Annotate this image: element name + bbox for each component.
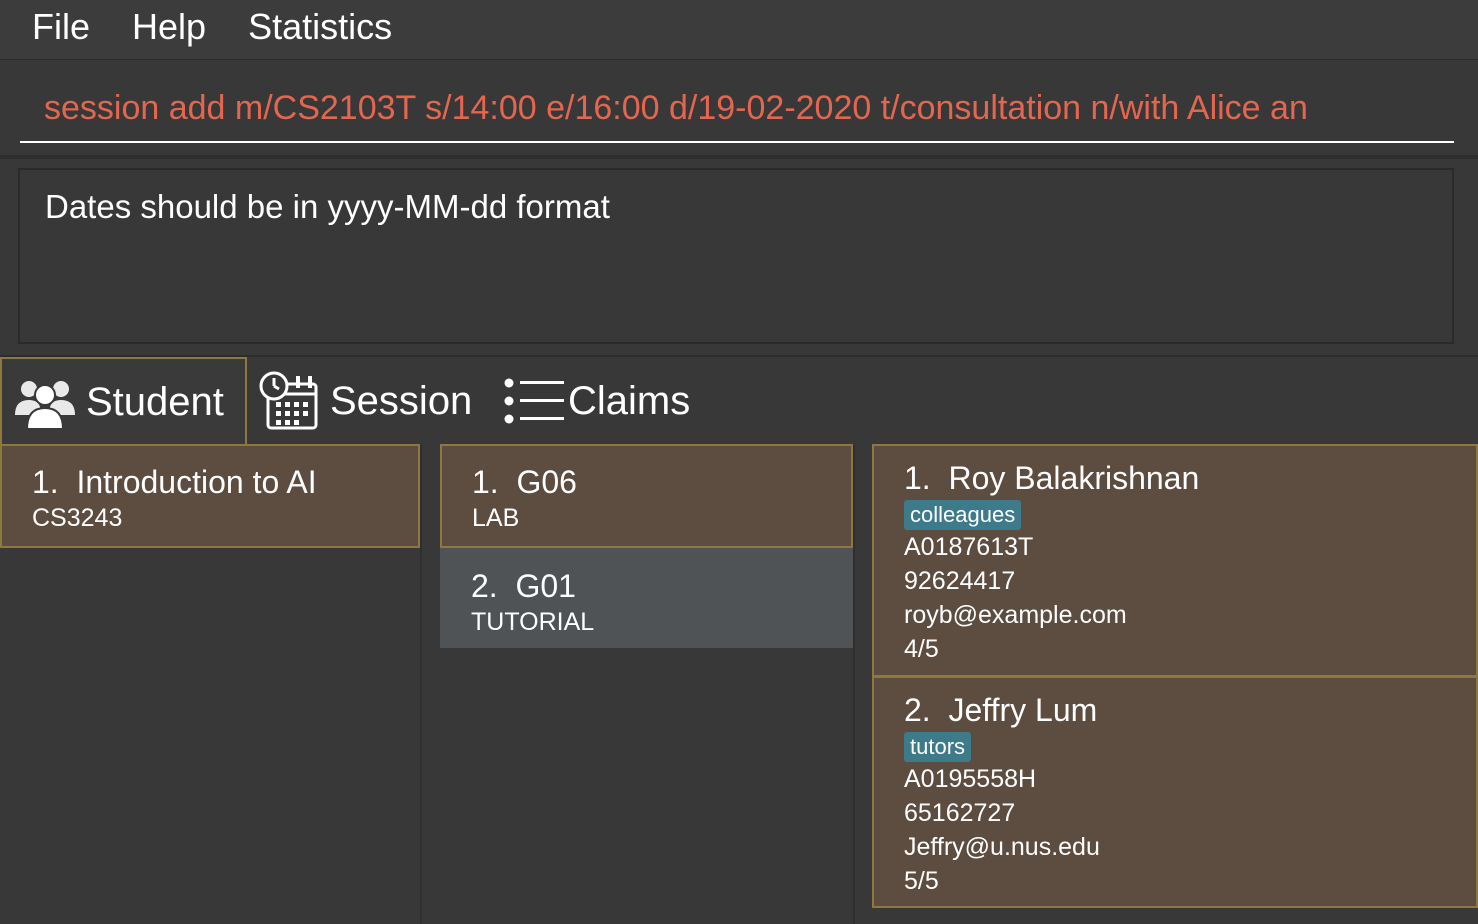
tab-student-label: Student	[86, 379, 224, 424]
student-tag: tutors	[904, 732, 972, 762]
student-phone: 65162727	[904, 799, 1016, 827]
module-card[interactable]: 1. Introduction to AI CS3243	[0, 444, 420, 548]
group-type: LAB	[472, 504, 520, 532]
student-name: Jeffry Lum	[948, 692, 1098, 728]
group-name: G06	[516, 464, 577, 500]
module-name: Introduction to AI	[76, 464, 317, 500]
tab-bar: Student Session Claims	[0, 355, 1478, 445]
result-message: Dates should be in yyyy-MM-dd format	[45, 188, 610, 225]
result-display: Dates should be in yyyy-MM-dd format	[18, 168, 1454, 344]
group-panel: 1. G06 LAB 2. G01 TUTORIAL	[440, 444, 853, 924]
student-title: 1. Roy Balakrishnan	[904, 458, 1476, 498]
menu-help[interactable]: Help	[111, 2, 227, 58]
student-name: Roy Balakrishnan	[948, 460, 1200, 496]
student-rating: 5/5	[904, 867, 939, 895]
divider	[0, 155, 1478, 159]
module-index: 1.	[32, 464, 59, 500]
menu-statistics[interactable]: Statistics	[227, 2, 413, 58]
student-email: Jeffry@u.nus.edu	[904, 833, 1100, 861]
calendar-clock-icon	[259, 371, 318, 430]
student-matric: A0195558H	[904, 765, 1037, 793]
student-tag: colleagues	[904, 500, 1022, 530]
menu-bar: File Help Statistics	[0, 0, 1478, 60]
student-phone: 92624417	[904, 567, 1016, 595]
command-box	[0, 61, 1478, 157]
module-panel: 1. Introduction to AI CS3243	[0, 444, 420, 924]
tab-session-label: Session	[330, 378, 473, 423]
student-index: 1.	[904, 460, 931, 496]
module-title: 1. Introduction to AI	[32, 462, 418, 502]
tab-claims[interactable]: Claims	[500, 357, 720, 445]
student-rating: 4/5	[904, 635, 939, 663]
student-panel: 1. Roy Balakrishnan colleagues A0187613T…	[872, 444, 1478, 924]
group-index: 2.	[471, 568, 498, 604]
students-icon	[15, 381, 75, 429]
menu-file[interactable]: File	[0, 2, 111, 58]
group-name: G01	[515, 568, 576, 604]
group-type: TUTORIAL	[471, 608, 595, 636]
student-email: royb@example.com	[904, 601, 1127, 629]
student-title: 2. Jeffry Lum	[904, 690, 1476, 730]
group-index: 1.	[472, 464, 499, 500]
tab-student[interactable]: Student	[0, 357, 247, 445]
panel-divider	[420, 444, 422, 924]
command-input[interactable]	[20, 61, 1454, 143]
group-title: 1. G06	[472, 462, 851, 502]
group-title: 2. G01	[471, 566, 853, 606]
student-card[interactable]: 2. Jeffry Lum tutors A0195558H 65162727 …	[872, 676, 1478, 908]
tab-claims-label: Claims	[568, 378, 691, 423]
module-code: CS3243	[32, 504, 123, 532]
student-matric: A0187613T	[904, 533, 1034, 561]
group-card-selected[interactable]: 2. G01 TUTORIAL	[440, 548, 853, 648]
group-card[interactable]: 1. G06 LAB	[440, 444, 853, 548]
tab-session[interactable]: Session	[258, 357, 488, 445]
student-card[interactable]: 1. Roy Balakrishnan colleagues A0187613T…	[872, 444, 1478, 677]
student-index: 2.	[904, 692, 931, 728]
panel-divider	[853, 444, 855, 924]
list-icon	[504, 378, 564, 424]
